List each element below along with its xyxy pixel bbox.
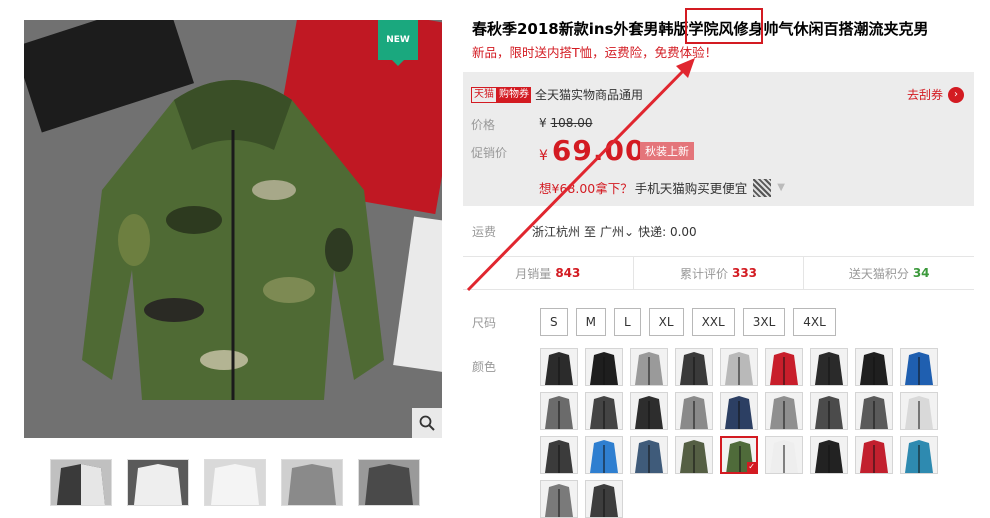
mobile-tip: 手机天猫购买更便宜 <box>634 181 748 196</box>
color-swatch[interactable] <box>540 348 578 386</box>
color-swatch[interactable] <box>810 436 848 474</box>
color-swatch[interactable] <box>540 480 578 518</box>
color-swatch[interactable] <box>585 480 623 518</box>
chevron-down-icon: ▼ <box>777 182 785 193</box>
price-panel: 天猫 购物券 全天猫实物商品通用 去刮券 › 价格 ¥ 108.00 促销价 ¥… <box>463 72 974 206</box>
shopping-coupon-tag: 购物券 <box>497 86 531 103</box>
stats-bar: 月销量 843 累计评价 333 送天猫积分 34 <box>463 256 974 290</box>
size-option-4xl[interactable]: 4XL <box>793 308 836 336</box>
ship-city: 广州 <box>600 225 625 239</box>
express-fee: 快递: 0.00 <box>638 225 697 239</box>
get-coupon-link[interactable]: 去刮券 › <box>907 86 964 103</box>
coupon-text: 全天猫实物商品通用 <box>535 88 644 102</box>
size-options: S M L XL XXL 3XL 4XL <box>540 308 836 336</box>
thumbnail[interactable] <box>358 459 420 506</box>
ship-from: 浙江杭州 <box>532 225 581 239</box>
total-reviews-value: 333 <box>731 266 758 280</box>
promo-price-label: 促销价 <box>471 146 508 160</box>
ship-to-word: 至 <box>584 225 597 239</box>
promo-tag: 秋装上新 <box>640 142 694 160</box>
total-reviews[interactable]: 累计评价 333 <box>632 257 804 289</box>
size-option-xxl[interactable]: XXL <box>691 308 735 336</box>
thumbnail[interactable] <box>281 459 343 506</box>
color-swatch[interactable] <box>765 436 803 474</box>
color-swatch[interactable] <box>630 392 668 430</box>
thumbnail[interactable] <box>204 459 266 506</box>
original-price: ¥ 108.00 <box>539 116 592 130</box>
color-swatch[interactable] <box>585 348 623 386</box>
original-price-value: 108.00 <box>550 116 593 130</box>
original-currency: ¥ <box>539 116 547 130</box>
color-swatch[interactable] <box>585 392 623 430</box>
thumbnail-strip <box>50 459 420 506</box>
shipping-label: 运费 <box>472 225 497 239</box>
size-option-s[interactable]: S <box>540 308 568 336</box>
mobile-price-link[interactable]: 想 ¥68.00拿下？ 手机天猫购买更便宜 ▼ <box>539 178 785 197</box>
promo-price-value: 69.00 <box>551 134 646 167</box>
new-badge: NEW <box>378 20 418 66</box>
color-swatch[interactable] <box>720 392 758 430</box>
color-swatch[interactable] <box>675 436 713 474</box>
monthly-sales-label: 月销量 <box>515 266 552 281</box>
color-swatch[interactable] <box>900 436 938 474</box>
jacket-image <box>24 20 442 438</box>
tmall-points-value: 34 <box>912 266 930 280</box>
product-subtitle: 新品，限时送内搭T恤，运费险，免费体验！ <box>472 45 718 60</box>
color-swatch[interactable] <box>720 436 758 474</box>
mobile-price: ¥68.00拿下？ <box>551 181 633 196</box>
tmall-points: 送天猫积分 34 <box>803 257 974 289</box>
highlight-box <box>685 8 763 44</box>
color-swatch[interactable] <box>855 348 893 386</box>
color-swatch[interactable] <box>900 392 938 430</box>
color-swatch[interactable] <box>630 436 668 474</box>
monthly-sales-value: 843 <box>555 266 581 280</box>
tmall-points-label: 送天猫积分 <box>848 266 909 281</box>
size-option-l[interactable]: L <box>613 308 641 336</box>
size-option-xl[interactable]: XL <box>648 308 684 336</box>
color-label: 颜色 <box>472 360 497 374</box>
color-swatch[interactable] <box>675 392 713 430</box>
qr-code-icon[interactable] <box>753 178 772 197</box>
promo-currency: ¥ <box>539 148 548 164</box>
promo-price: ¥ 69.00 <box>539 134 646 167</box>
thumbnail[interactable] <box>50 459 112 506</box>
color-swatch[interactable] <box>675 348 713 386</box>
size-label: 尺码 <box>472 316 497 330</box>
color-options <box>540 348 980 518</box>
color-swatch[interactable] <box>765 348 803 386</box>
color-swatch[interactable] <box>900 348 938 386</box>
thumbnail[interactable] <box>127 459 189 506</box>
color-swatch[interactable] <box>810 348 848 386</box>
color-swatch[interactable] <box>810 392 848 430</box>
coupon-row: 天猫 购物券 全天猫实物商品通用 <box>471 86 643 103</box>
chevron-right-icon: › <box>948 86 964 103</box>
color-swatch[interactable] <box>540 436 578 474</box>
chevron-down-icon: ⌄ <box>624 225 635 239</box>
get-coupon-label: 去刮券 <box>906 88 943 102</box>
price-label: 价格 <box>471 118 496 132</box>
magnifier-icon <box>419 415 435 431</box>
monthly-sales: 月销量 843 <box>463 257 633 289</box>
color-swatch[interactable] <box>765 392 803 430</box>
ship-city-select[interactable]: 广州⌄ <box>600 223 634 240</box>
size-option-3xl[interactable]: 3XL <box>742 308 786 336</box>
color-swatch[interactable] <box>630 348 668 386</box>
color-swatch[interactable] <box>585 436 623 474</box>
main-product-image[interactable]: NEW <box>24 20 442 438</box>
size-option-m[interactable]: M <box>575 308 606 336</box>
color-swatch[interactable] <box>720 348 758 386</box>
color-swatch[interactable] <box>855 436 893 474</box>
total-reviews-label: 累计评价 <box>679 266 728 281</box>
mobile-pre: 想 <box>539 181 552 196</box>
color-swatch[interactable] <box>855 392 893 430</box>
color-swatch[interactable] <box>540 392 578 430</box>
tmall-tag: 天猫 <box>471 86 497 103</box>
zoom-button[interactable] <box>412 408 442 438</box>
shipping-row: 运费 浙江杭州 至 广州⌄ 快递: 0.00 <box>472 223 697 240</box>
